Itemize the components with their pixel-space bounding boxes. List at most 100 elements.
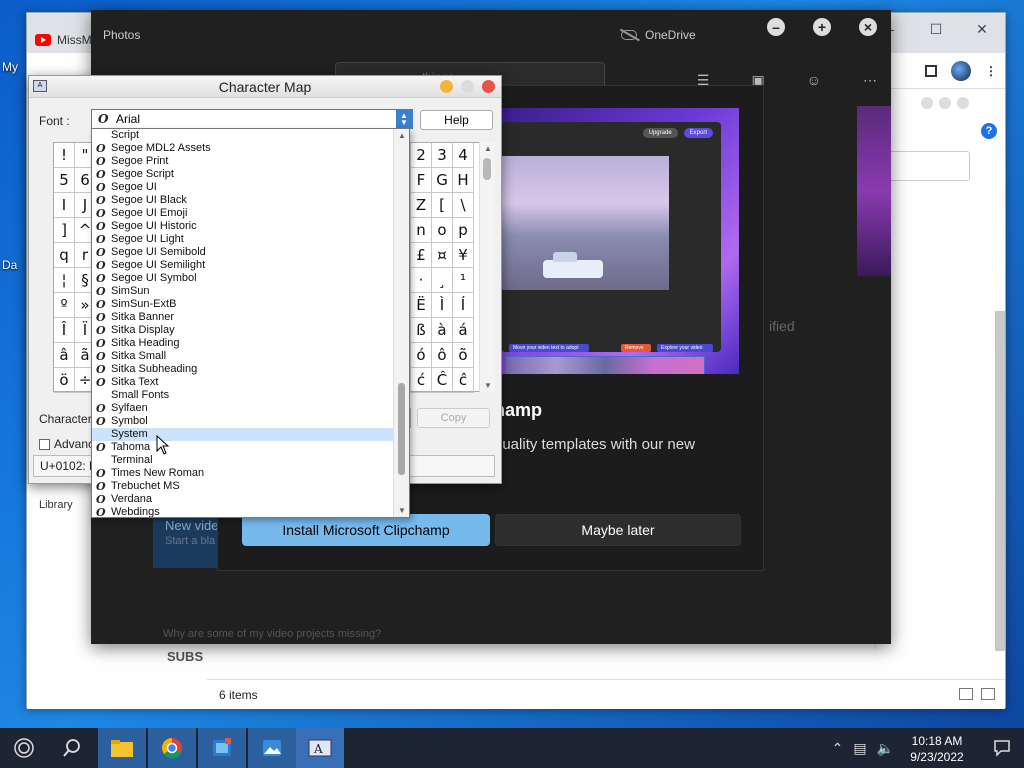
font-list-item[interactable]: O Segoe UI Black xyxy=(92,194,409,207)
font-list-item[interactable]: O Sylfaen xyxy=(92,402,409,415)
notification-button[interactable] xyxy=(980,728,1024,768)
taskbar-app-file-explorer[interactable] xyxy=(98,728,146,768)
taskbar-app-video-editor[interactable] xyxy=(198,728,246,768)
more-icon[interactable]: ⋯ xyxy=(863,72,877,89)
taskbar-app-photos[interactable] xyxy=(248,728,296,768)
character-cell[interactable]: 4 xyxy=(453,143,474,168)
font-list-item[interactable]: O Verdana xyxy=(92,493,409,506)
character-cell[interactable]: ¸ xyxy=(432,268,453,293)
close-button[interactable] xyxy=(482,80,495,93)
checkbox[interactable] xyxy=(39,438,50,450)
scroll-down-icon[interactable]: ▼ xyxy=(480,381,496,390)
character-cell[interactable]: ĉ xyxy=(453,368,474,393)
account-icon[interactable]: ☺ xyxy=(807,72,821,89)
font-list-item[interactable]: O Segoe UI Historic xyxy=(92,220,409,233)
photo-thumbnail[interactable] xyxy=(857,106,891,276)
dropdown-scrollbar[interactable]: ▲ ▼ xyxy=(393,129,409,517)
character-cell[interactable]: ö xyxy=(54,368,75,393)
font-list-item[interactable]: O Symbol xyxy=(92,415,409,428)
help-button[interactable]: Help xyxy=(420,110,493,130)
font-list-item[interactable]: O Segoe UI Light xyxy=(92,233,409,246)
character-cell[interactable]: p xyxy=(453,218,474,243)
character-cell[interactable]: \ xyxy=(453,193,474,218)
close-button[interactable]: × xyxy=(859,18,877,36)
font-list-item[interactable]: O Sitka Small xyxy=(92,350,409,363)
font-list-item[interactable]: O Segoe UI xyxy=(92,181,409,194)
font-list-item[interactable]: O Sitka Text xyxy=(92,376,409,389)
font-list-item[interactable]: O SimSun xyxy=(92,285,409,298)
character-cell[interactable]: F xyxy=(411,168,432,193)
grid-scrollbar[interactable]: ▲ ▼ xyxy=(479,142,495,392)
desktop-icon-label[interactable]: My xyxy=(2,60,18,74)
character-cell[interactable]: G xyxy=(432,168,453,193)
character-cell[interactable]: ¹ xyxy=(453,268,474,293)
dropdown-arrow-icon[interactable]: ▲ ▼ xyxy=(396,110,412,128)
font-list-item[interactable]: Script xyxy=(92,129,409,142)
character-cell[interactable]: Ĉ xyxy=(432,368,453,393)
character-cell[interactable]: o xyxy=(432,218,453,243)
font-list-item[interactable]: Small Fonts xyxy=(92,389,409,402)
font-dropdown-list[interactable]: Script O Segoe MDL2 Assets O Segoe Print O Seg… xyxy=(91,128,410,518)
character-cell[interactable]: H xyxy=(453,168,474,193)
maximize-button[interactable] xyxy=(461,80,474,93)
character-cell[interactable]: ß xyxy=(411,318,432,343)
character-cell[interactable]: ô xyxy=(432,343,453,368)
clock[interactable]: 10:18 AM 9/23/2022 xyxy=(902,733,972,765)
font-list-item[interactable]: O Trebuchet MS xyxy=(92,480,409,493)
font-list-item[interactable]: Terminal xyxy=(92,454,409,467)
font-list-item[interactable]: O Webdings xyxy=(92,506,409,517)
chevron-up-icon[interactable]: ⌃ xyxy=(832,740,844,757)
character-cell[interactable]: Ë xyxy=(411,293,432,318)
help-link[interactable]: Why are some of my video projects missin… xyxy=(163,628,381,640)
character-cell[interactable]: º xyxy=(54,293,75,318)
scroll-up-icon[interactable]: ▲ xyxy=(394,131,409,140)
character-cell[interactable]: Z xyxy=(411,193,432,218)
font-list-item[interactable]: O Segoe Print xyxy=(92,155,409,168)
font-list-item[interactable]: O Sitka Heading xyxy=(92,337,409,350)
network-icon[interactable]: ▤ xyxy=(853,740,866,757)
character-cell[interactable]: Î xyxy=(54,318,75,343)
large-icons-view-icon[interactable] xyxy=(981,688,995,700)
install-clipchamp-button[interactable]: Install Microsoft Clipchamp xyxy=(242,514,490,546)
character-cell[interactable]: â xyxy=(54,343,75,368)
font-list-item[interactable]: O Segoe UI Emoji xyxy=(92,207,409,220)
minimize-button[interactable] xyxy=(440,80,453,93)
title-bar[interactable]: A Character Map xyxy=(29,76,501,98)
character-cell[interactable]: ¤ xyxy=(432,243,453,268)
scroll-thumb[interactable] xyxy=(483,158,491,180)
onedrive-status[interactable]: OneDrive xyxy=(621,28,696,42)
taskbar-app-chrome[interactable] xyxy=(148,728,196,768)
maximize-button[interactable]: + xyxy=(813,18,831,36)
advanced-view-checkbox[interactable]: Advanc xyxy=(39,437,94,451)
character-cell[interactable]: Ì xyxy=(432,293,453,318)
sidebar-item-library[interactable]: Library xyxy=(39,499,73,511)
character-cell[interactable]: 5 xyxy=(54,168,75,193)
taskbar-app-character-map[interactable]: A xyxy=(296,728,344,768)
font-list-item[interactable]: O Sitka Display xyxy=(92,324,409,337)
details-view-icon[interactable] xyxy=(959,688,973,700)
font-select[interactable]: O Arial ▲ ▼ xyxy=(91,109,413,129)
character-cell[interactable]: ¥ xyxy=(453,243,474,268)
character-cell[interactable]: q xyxy=(54,243,75,268)
close-button[interactable]: ✕ xyxy=(959,13,1005,45)
character-cell[interactable]: ó xyxy=(411,343,432,368)
character-cell[interactable]: 3 xyxy=(432,143,453,168)
copy-button[interactable]: Copy xyxy=(417,408,490,428)
character-cell[interactable]: ! xyxy=(54,143,75,168)
font-list-item[interactable]: O Times New Roman xyxy=(92,467,409,480)
font-list-item[interactable]: O Segoe MDL2 Assets xyxy=(92,142,409,155)
minimize-button[interactable]: – xyxy=(767,18,785,36)
character-cell[interactable]: [ xyxy=(432,193,453,218)
font-list-item[interactable]: O Segoe UI Semilight xyxy=(92,259,409,272)
character-cell[interactable]: Í xyxy=(453,293,474,318)
character-cell[interactable]: á xyxy=(453,318,474,343)
scrollbar[interactable] xyxy=(995,311,1005,651)
sort-modified-label[interactable]: ified xyxy=(769,318,795,334)
maybe-later-button[interactable]: Maybe later xyxy=(495,514,741,546)
font-list-item[interactable]: O Sitka Subheading xyxy=(92,363,409,376)
desktop-icon-label[interactable]: Da xyxy=(2,258,17,272)
search-button[interactable] xyxy=(48,728,96,768)
volume-icon[interactable]: 🔈 xyxy=(877,740,894,757)
font-list-item[interactable]: O Tahoma xyxy=(92,441,409,454)
character-cell[interactable]: à xyxy=(432,318,453,343)
